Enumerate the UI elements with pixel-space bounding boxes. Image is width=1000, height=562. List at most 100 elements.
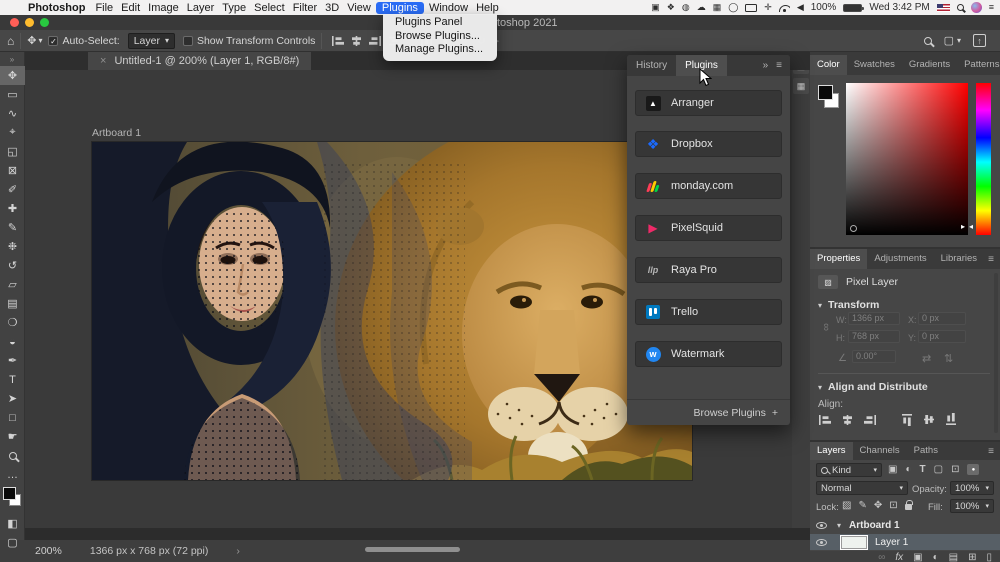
quick-mask-mode-button[interactable]: ◧ [0, 514, 25, 533]
menu-image[interactable]: Image [145, 2, 182, 14]
align-horizontal-centers-icon[interactable] [841, 413, 854, 431]
menu-type[interactable]: Type [219, 2, 249, 14]
delete-layer-icon[interactable]: ▯ [986, 552, 992, 562]
tool-rectangle-button[interactable]: □ [0, 408, 25, 427]
control-center-icon[interactable]: ≡ [989, 0, 994, 15]
tool-lasso-button[interactable]: ∿ [0, 104, 25, 123]
align-right-edges-icon[interactable] [369, 35, 382, 47]
fill-dropdown[interactable]: 100% ▾ [950, 499, 994, 513]
auto-select-target-dropdown[interactable]: Layer ▾ [127, 32, 175, 49]
artboard-label[interactable]: Artboard 1 [92, 127, 141, 139]
tool-path-selection-button[interactable]: ➤ [0, 389, 25, 408]
tool-brush-button[interactable]: ✎ [0, 218, 25, 237]
tab-layers[interactable]: Layers [810, 442, 853, 460]
tool-blur-button[interactable]: ❍ [0, 313, 25, 332]
align-bottom-edges-icon[interactable] [945, 413, 957, 431]
layer-filter-dropdown[interactable]: Kind ▾ [816, 463, 882, 477]
filter-shape-layers-icon[interactable]: ▢ [934, 464, 943, 475]
opacity-dropdown[interactable]: 100% ▾ [950, 481, 994, 495]
menu-item-plugins-panel[interactable]: Plugins Panel [383, 16, 497, 30]
docked-panel-stock-icon[interactable]: ▦ [793, 78, 809, 94]
panel-scrollbar[interactable] [994, 273, 998, 433]
foreground-color-swatch[interactable] [3, 487, 16, 500]
close-tab-icon[interactable]: × [100, 55, 106, 67]
width-field[interactable]: 1366 px [848, 312, 900, 325]
status-app-icon-3[interactable]: ▦ [713, 0, 722, 15]
rotate-field[interactable]: 0.00° [852, 350, 896, 363]
tool-dodge-button[interactable]: ◒ [0, 332, 25, 351]
menu-3d[interactable]: 3D [322, 2, 342, 14]
spotlight-search-icon[interactable] [956, 4, 964, 11]
tool-hand-button[interactable]: ☛ [0, 427, 25, 446]
status-app-icon-2[interactable]: ◍ [682, 0, 690, 15]
browse-plugins-footer[interactable]: Browse Plugins + [627, 399, 790, 425]
canvas-artboard[interactable] [92, 115, 779, 539]
tool-edit-toolbar-button[interactable]: … [0, 465, 25, 484]
add-layer-mask-icon[interactable]: ▣ [913, 552, 922, 562]
lock-transparent-pixels-icon[interactable]: ▨ [842, 500, 851, 511]
volume-icon[interactable]: ◀ [797, 0, 804, 15]
visibility-eye-icon[interactable] [816, 538, 827, 546]
tab-gradients[interactable]: Gradients [902, 55, 957, 75]
search-icon[interactable] [923, 36, 932, 45]
flip-horizontal-icon[interactable]: ⇄ [922, 352, 931, 365]
align-vertical-centers-icon[interactable] [923, 413, 935, 431]
filter-smart-objects-icon[interactable]: ⊡ [951, 464, 959, 475]
align-left-edges-icon[interactable] [818, 413, 831, 431]
tool-move-button[interactable]: ✥ [0, 66, 25, 85]
tool-history-brush-button[interactable]: ↺ [0, 256, 25, 275]
menu-window[interactable]: Window [426, 2, 471, 14]
share-image-icon[interactable]: ↑ [973, 34, 986, 47]
tool-zoom-button[interactable] [0, 446, 25, 465]
status-chevron-icon[interactable]: › [236, 545, 240, 557]
tab-color[interactable]: Color [810, 55, 847, 75]
saturation-brightness-field[interactable] [846, 83, 968, 235]
document-tab[interactable]: × Untitled-1 @ 200% (Layer 1, RGB/8#) [88, 52, 312, 70]
tools-collapse-icon[interactable]: » [0, 52, 24, 66]
section-chevron-icon[interactable]: ▾ [818, 301, 822, 310]
window-close-button[interactable] [10, 18, 19, 27]
flip-vertical-icon[interactable]: ⇅ [944, 352, 953, 365]
tool-clone-stamp-button[interactable]: ❉ [0, 237, 25, 256]
y-field[interactable]: 0 px [918, 330, 966, 343]
tool-frame-button[interactable]: ⊠ [0, 161, 25, 180]
plugin-item-watermark[interactable]: w Watermark [635, 341, 782, 367]
layer-row-selected[interactable]: Layer 1 [810, 534, 1000, 550]
hue-slider[interactable] [976, 83, 991, 235]
icloud-status-icon[interactable]: ☁ [697, 0, 706, 15]
tool-object-selection-button[interactable]: ⌖ [0, 123, 25, 142]
link-dimensions-icon[interactable]: ∞ [820, 323, 832, 331]
home-icon[interactable]: ⌂ [7, 34, 14, 48]
align-left-edges-icon[interactable] [331, 35, 345, 47]
align-right-edges-icon[interactable] [864, 413, 877, 431]
lock-all-icon[interactable] [904, 500, 913, 510]
status-app-icon-1[interactable]: ▣ [651, 0, 660, 15]
window-manager-icon[interactable]: ✛ [764, 0, 772, 15]
link-layers-icon[interactable]: ∞ [878, 552, 885, 562]
workspace-switcher[interactable]: ▢ ▾ [944, 34, 961, 47]
panel-menu-icon[interactable]: ≡ [776, 60, 782, 71]
lock-image-pixels-icon[interactable]: ✎ [858, 500, 866, 511]
tool-pen-button[interactable]: ✒ [0, 351, 25, 370]
siri-icon[interactable] [970, 2, 982, 13]
tab-patterns[interactable]: Patterns [957, 55, 1000, 75]
filter-pixel-layers-icon[interactable]: ▣ [888, 464, 897, 475]
tool-gradient-button[interactable]: ▤ [0, 294, 25, 313]
auto-select-checkbox[interactable]: ✓ [48, 35, 59, 46]
menu-plugins[interactable]: Plugins [375, 1, 424, 14]
filter-adjustment-layers-icon[interactable]: ◐ [905, 464, 911, 475]
layer-thumbnail[interactable] [840, 534, 868, 550]
tab-channels[interactable]: Channels [853, 442, 907, 460]
status-app-icon-4[interactable]: ◯ [728, 0, 738, 15]
tab-paths[interactable]: Paths [907, 442, 945, 460]
new-adjustment-layer-icon[interactable]: ◐ [933, 552, 939, 562]
menu-item-browse-plugins[interactable]: Browse Plugins... [383, 30, 497, 44]
layer-row-artboard[interactable]: ▾ Artboard 1 [810, 517, 1000, 533]
zoom-level[interactable]: 200% [35, 545, 62, 557]
tool-preset-chevron-icon[interactable]: ▾ [38, 36, 42, 45]
align-top-edges-icon[interactable] [901, 413, 913, 431]
menu-item-manage-plugins[interactable]: Manage Plugins... [383, 43, 497, 57]
blend-mode-dropdown[interactable]: Normal ▾ [816, 481, 908, 495]
menu-help[interactable]: Help [473, 2, 502, 14]
plugin-item-trello[interactable]: Trello [635, 299, 782, 325]
